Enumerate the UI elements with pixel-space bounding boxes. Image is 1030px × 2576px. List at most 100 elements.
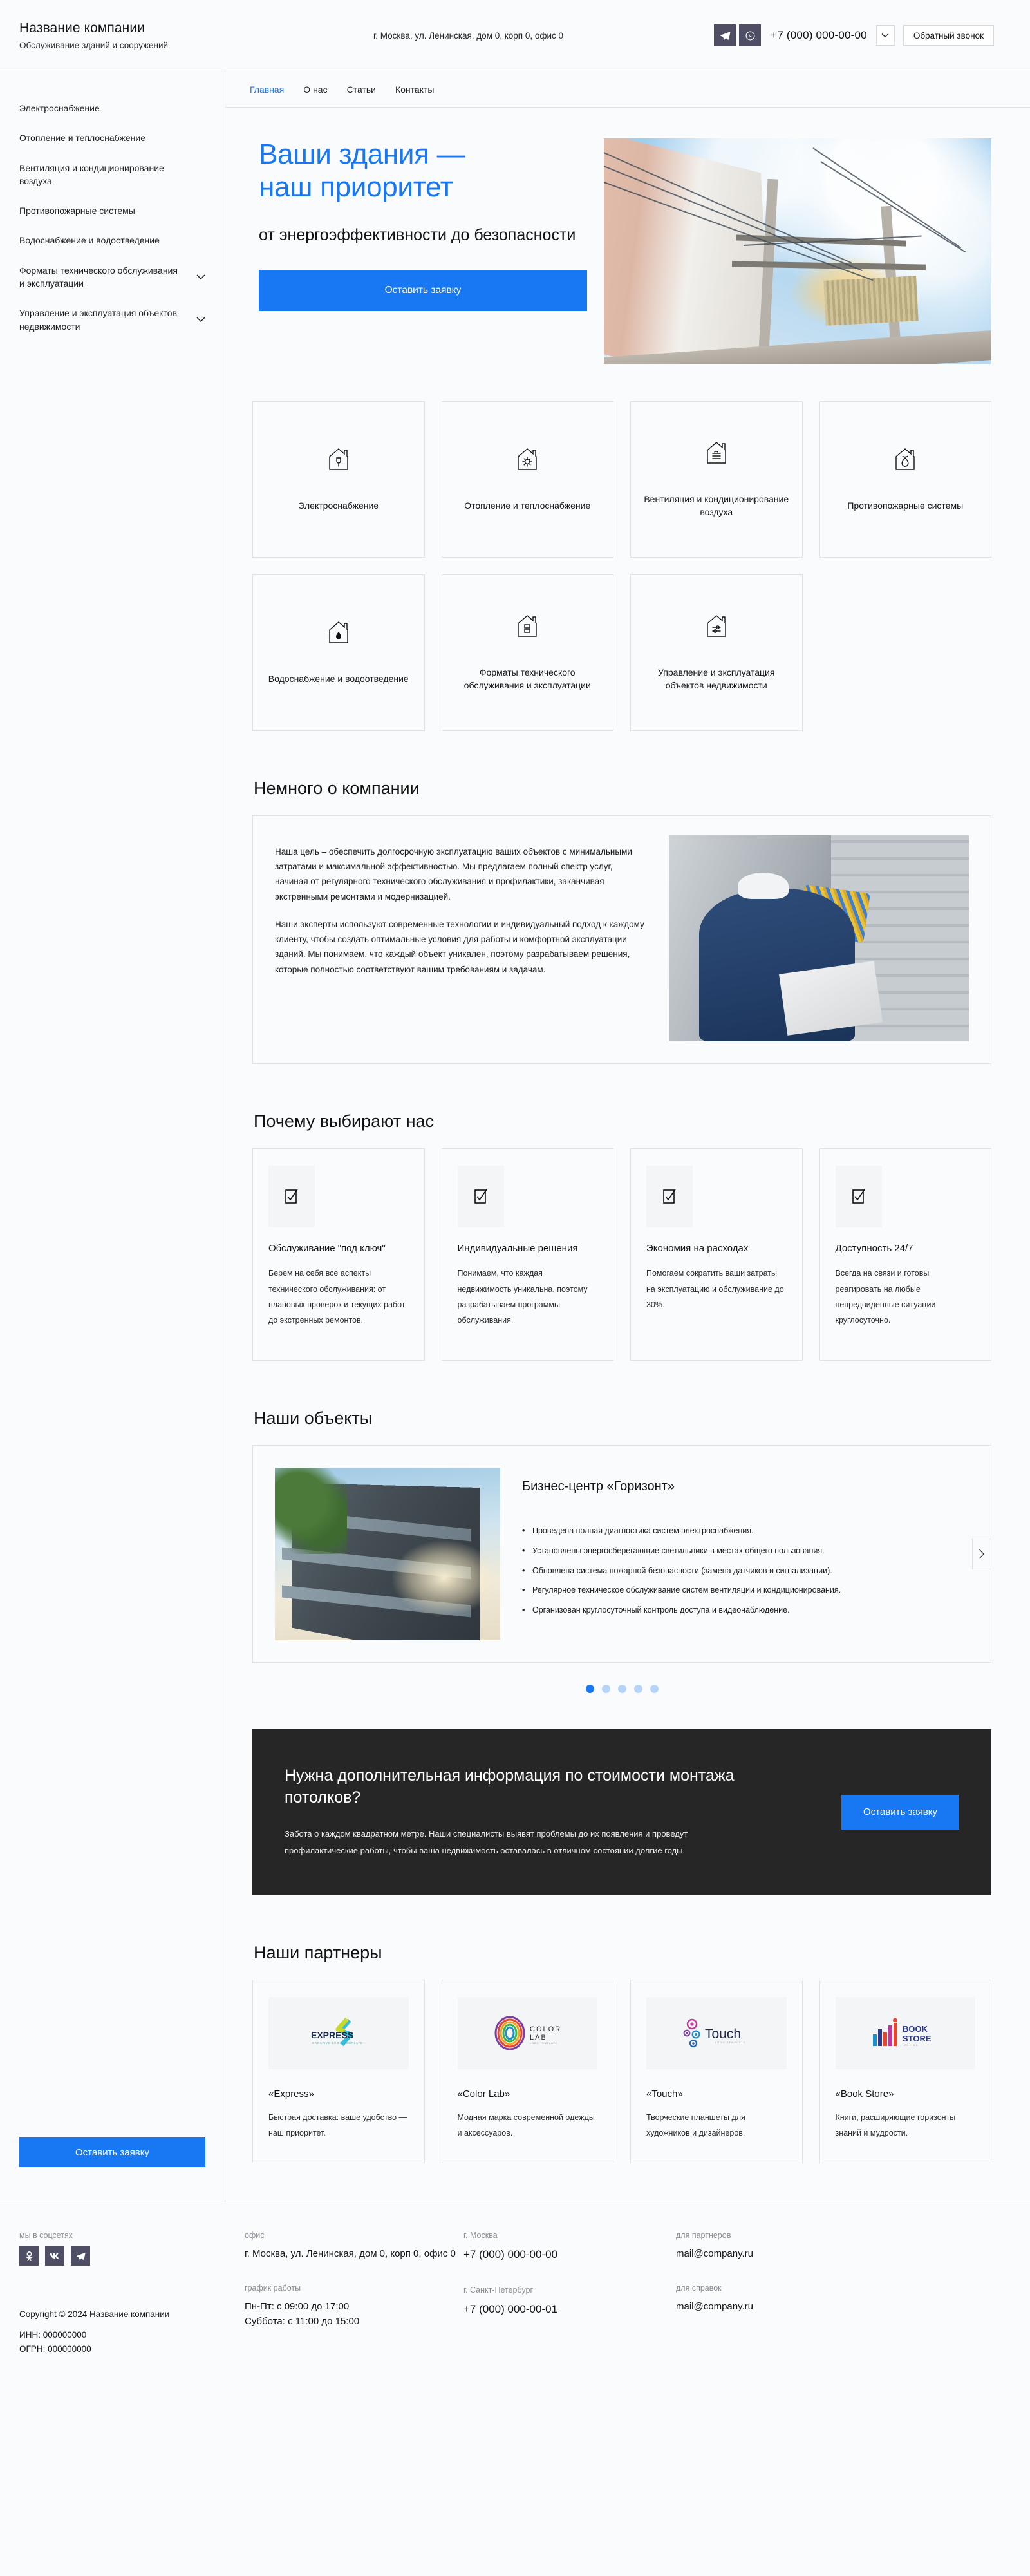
sidebar-item-0[interactable]: Электроснабжение	[0, 93, 225, 123]
why-card-3[interactable]: Доступность 24/7 Всегда на связи и готов…	[819, 1148, 992, 1361]
carousel-dot-2[interactable]	[618, 1685, 626, 1693]
footer-office-label: офис	[245, 2231, 464, 2240]
why-card-desc: Всегда на связи и готовы реагировать на …	[836, 1265, 976, 1329]
why-card-title: Экономия на расходах	[646, 1242, 787, 1255]
service-card-3[interactable]: Противопожарные системы	[819, 401, 992, 558]
sidebar-request-button[interactable]: Оставить заявку	[19, 2137, 205, 2167]
service-card-1[interactable]: Отопление и теплоснабжение	[442, 401, 614, 558]
footer-social-label: мы в соцсетях	[19, 2231, 245, 2240]
footer-info-email[interactable]: mail@company.ru	[676, 2299, 994, 2314]
cta-request-button[interactable]: Оставить заявку	[841, 1795, 959, 1830]
svg-text:ONLINE: ONLINE	[904, 2044, 919, 2047]
object-bullet: Установлены энергосберегающие светильник…	[522, 1541, 952, 1561]
footer-partners-email[interactable]: mail@company.ru	[676, 2246, 994, 2261]
hero-subtitle: от энергоэффективности до безопасности	[259, 225, 587, 245]
tab-articles[interactable]: Статьи	[347, 84, 376, 95]
footer-info-label: для справок	[676, 2284, 994, 2293]
partner-name: «Book Store»	[836, 2088, 976, 2099]
footer-requisites: ИНН: 000000000 ОГРН: 000000000	[19, 2328, 245, 2356]
service-card-5[interactable]: Форматы технического обслуживания и эксп…	[442, 574, 614, 731]
service-card-2[interactable]: Вентиляция и кондиционирование воздуха	[630, 401, 803, 558]
svg-text:CREATIVE LOGO TEMPLATE: CREATIVE LOGO TEMPLATE	[312, 2041, 363, 2045]
sidebar-item-label: Водоснабжение и водоотведение	[19, 234, 160, 247]
phone-dropdown-toggle[interactable]	[876, 25, 895, 46]
brand-block[interactable]: Название компании Обслуживание зданий и …	[19, 21, 238, 50]
footer-spb-label: г. Санкт-Петербург	[464, 2286, 676, 2295]
why-card-1[interactable]: Индивидуальные решения Понимаем, что каж…	[442, 1148, 614, 1361]
checkbox-check-icon	[458, 1166, 504, 1227]
footer-social-row	[19, 2246, 245, 2266]
footer-moscow-phone[interactable]: +7 (000) 000-00-00	[464, 2246, 676, 2263]
why-card-2[interactable]: Экономия на расходах Помогаем сократить …	[630, 1148, 803, 1361]
header-phone[interactable]: +7 (000) 000-00-00	[771, 29, 867, 42]
header-address: г. Москва, ул. Ленинская, дом 0, корп 0,…	[238, 31, 714, 41]
partner-card-3[interactable]: BOOK STORE ONLINE «Book Store» Книги, ра…	[819, 1980, 992, 2164]
object-image	[275, 1468, 500, 1640]
house-flame-icon	[894, 447, 916, 475]
tab-home[interactable]: Главная	[250, 84, 284, 95]
why-card-desc: Помогаем сократить ваши затраты на экспл…	[646, 1265, 787, 1312]
object-name: Бизнес-центр «Горизонт»	[522, 1479, 952, 1494]
footer-spb-phone[interactable]: +7 (000) 000-00-01	[464, 2301, 676, 2318]
service-card-0[interactable]: Электроснабжение	[252, 401, 425, 558]
sidebar-item-4[interactable]: Водоснабжение и водоотведение	[0, 225, 225, 255]
footer-inn: ИНН: 000000000	[19, 2328, 245, 2342]
callback-button[interactable]: Обратный звонок	[903, 25, 994, 46]
partner-card-0[interactable]: EXPRESS CREATIVE LOGO TEMPLATE «Express»…	[252, 1980, 425, 2164]
carousel-next-button[interactable]	[972, 1539, 991, 1569]
footer-spb-group: г. Санкт-Петербург +7 (000) 000-00-01	[464, 2286, 676, 2318]
carousel-dot-3[interactable]	[634, 1685, 642, 1693]
whatsapp-icon[interactable]	[739, 24, 761, 46]
why-card-desc: Берем на себя все аспекты технического о…	[268, 1265, 409, 1329]
vkontakte-icon[interactable]	[45, 2246, 64, 2266]
svg-text:COLOR: COLOR	[530, 2025, 561, 2033]
sidebar-item-6[interactable]: Управление и эксплуатация объектов недви…	[0, 298, 225, 341]
partner-name: «Express»	[268, 2088, 409, 2099]
telegram-icon[interactable]	[71, 2246, 90, 2266]
color-lab-logo: COLOR LAB LOGO TEMPLATE	[458, 1997, 598, 2069]
chevron-down-icon	[881, 33, 889, 38]
footer-schedule-label: график работы	[245, 2284, 464, 2293]
service-label: Противопожарные системы	[847, 499, 963, 512]
hero-request-button[interactable]: Оставить заявку	[259, 270, 587, 311]
tab-contacts[interactable]: Контакты	[395, 84, 434, 95]
chevron-down-icon[interactable]	[196, 317, 205, 323]
partners-grid: EXPRESS CREATIVE LOGO TEMPLATE «Express»…	[252, 1980, 991, 2202]
telegram-icon[interactable]	[714, 24, 736, 46]
odnoklassniki-icon[interactable]	[19, 2246, 39, 2266]
page-shell: Электроснабжение Отопление и теплоснабже…	[0, 71, 1030, 2202]
object-bullet: Проведена полная диагностика систем элек…	[522, 1521, 952, 1541]
service-label: Электроснабжение	[298, 499, 379, 512]
service-card-6[interactable]: Управление и эксплуатация объектов недви…	[630, 574, 803, 731]
footer-schedule-saturday: Суббота: с 11:00 до 15:00	[245, 2314, 464, 2329]
main-content: Главная О нас Статьи Контакты Ваши здани…	[225, 71, 1030, 2202]
partner-card-2[interactable]: Touch LOGO TEMPLATE «Touch» Творческие п…	[630, 1980, 803, 2164]
footer-office-group: офис г. Москва, ул. Ленинская, дом 0, ко…	[245, 2231, 464, 2261]
about-paragraph-1: Наша цель – обеспечить долгосрочную эксп…	[275, 844, 647, 904]
touch-logo: Touch LOGO TEMPLATE	[646, 1997, 787, 2069]
sidebar-item-label: Управление и эксплуатация объектов недви…	[19, 307, 180, 333]
tab-about[interactable]: О нас	[303, 84, 327, 95]
sidebar-item-1[interactable]: Отопление и теплоснабжение	[0, 123, 225, 153]
object-bullet: Регулярное техническое обслуживание сист…	[522, 1580, 952, 1600]
partner-card-1[interactable]: COLOR LAB LOGO TEMPLATE «Color Lab» Модн…	[442, 1980, 614, 2164]
service-card-4[interactable]: Водоснабжение и водоотведение	[252, 574, 425, 731]
svg-text:LAB: LAB	[530, 2034, 547, 2041]
carousel-dot-4[interactable]	[650, 1685, 659, 1693]
house-sun-icon	[516, 447, 538, 475]
partner-desc: Быстрая доставка: ваше удобство — наш пр…	[268, 2110, 409, 2141]
chevron-down-icon[interactable]	[196, 274, 205, 280]
sidebar-item-2[interactable]: Вентиляция и кондиционирование воздуха	[0, 153, 225, 196]
sidebar-item-label: Противопожарные системы	[19, 204, 135, 217]
footer-moscow-group: г. Москва +7 (000) 000-00-00	[464, 2231, 676, 2263]
footer-phones-column: г. Москва +7 (000) 000-00-00 г. Санкт-Пе…	[464, 2231, 676, 2356]
service-label: Управление и эксплуатация объектов недви…	[642, 666, 791, 692]
about-text: Наша цель – обеспечить долгосрочную эксп…	[275, 835, 647, 1041]
objects-carousel: Бизнес-центр «Горизонт» Проведена полная…	[252, 1445, 991, 1663]
chevron-right-icon	[979, 1549, 985, 1559]
sidebar-item-5[interactable]: Форматы технического обслуживания и эксп…	[0, 256, 225, 299]
why-card-0[interactable]: Обслуживание "под ключ" Берем на себя вс…	[252, 1148, 425, 1361]
sidebar-item-3[interactable]: Противопожарные системы	[0, 196, 225, 225]
carousel-dot-1[interactable]	[602, 1685, 610, 1693]
carousel-dot-0[interactable]	[586, 1685, 594, 1693]
